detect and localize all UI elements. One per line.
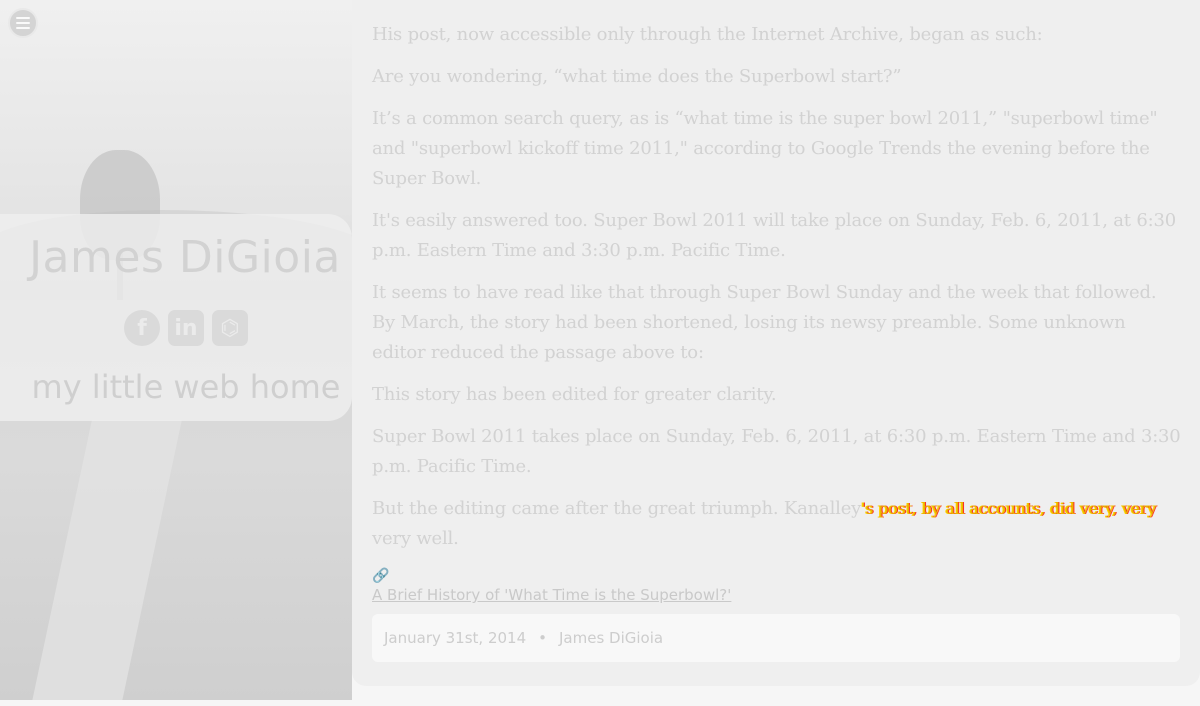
post-paragraph: It's easily answered too. Super Bowl 201… [372, 210, 1176, 261]
profile-name: James DiGioia [29, 232, 341, 283]
post-date: January 31st, 2014 [384, 629, 527, 647]
post-meta-bar: January 31st, 2014 • James DiGioia [372, 614, 1180, 662]
linkedin-icon[interactable]: in [168, 310, 204, 346]
facebook-icon[interactable]: f [124, 310, 160, 346]
github-icon[interactable]: ⌬ [212, 310, 248, 346]
post-body: His post, now accessible only through th… [372, 20, 1184, 554]
hamburger-icon-line [16, 17, 30, 19]
post-paragraph: His post, now accessible only through th… [372, 24, 1043, 45]
tagline: my little web home [31, 368, 341, 406]
post-content-panel: His post, now accessible only through th… [352, 0, 1200, 686]
post-paragraph: It seems to have read like that through … [372, 282, 1157, 363]
hamburger-icon-line [16, 22, 30, 24]
social-links: f in ⌬ [124, 310, 248, 346]
link-icon[interactable]: 🔗 [372, 568, 389, 584]
hero-background: James DiGioia f in ⌬ my little web home [0, 0, 352, 700]
paragraph-text: But the editing came after the great tri… [372, 498, 862, 519]
post-author[interactable]: James DiGioia [559, 629, 663, 647]
hamburger-icon-line [16, 27, 30, 29]
post-paragraph: Are you wondering, “what time does the S… [372, 66, 902, 87]
paragraph-text: very well. [372, 528, 459, 549]
post-paragraph: Super Bowl 2011 takes place on Sunday, F… [372, 426, 1181, 477]
paragraph-text-highlight: 's post, by all accounts, did very, very [861, 499, 1157, 518]
post-paragraph: This story has been edited for greater c… [372, 384, 777, 405]
post-paragraph-last: But the editing came after the great tri… [372, 494, 1184, 554]
meta-separator: • [538, 629, 547, 647]
menu-button[interactable] [8, 8, 38, 38]
permalink-title[interactable]: A Brief History of 'What Time is the Sup… [372, 586, 731, 604]
post-paragraph: It’s a common search query, as is “what … [372, 108, 1158, 189]
profile-card: James DiGioia f in ⌬ my little web home [0, 214, 352, 421]
